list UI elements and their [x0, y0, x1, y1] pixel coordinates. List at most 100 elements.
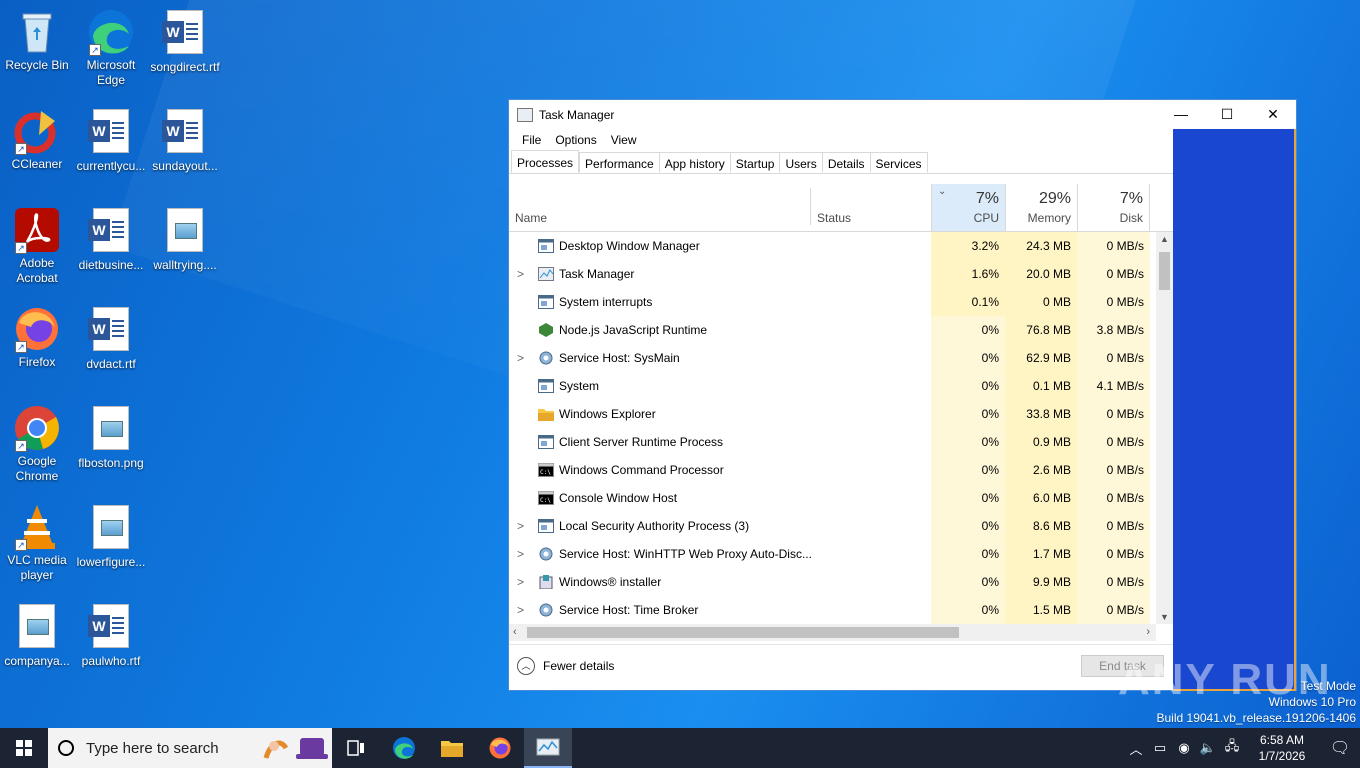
- network-icon[interactable]: 🖧: [1220, 737, 1244, 759]
- expand-chevron-icon[interactable]: >: [517, 260, 524, 288]
- process-row[interactable]: C:\ Console Window Host 0% 6.0 MB 0 MB/s: [509, 484, 1157, 512]
- tab-performance[interactable]: Performance: [579, 152, 659, 173]
- footer: ︿ Fewer details End task: [509, 644, 1173, 690]
- tab-details[interactable]: Details: [821, 152, 870, 173]
- process-row[interactable]: > Local Security Authority Process (3) 0% 8…: [509, 512, 1157, 540]
- desktop-icon-companya[interactable]: companya...: [0, 602, 74, 669]
- process-row[interactable]: > Service Host: WinHTTP Web Proxy Auto-Di…: [509, 540, 1157, 568]
- process-name: Local Security Authority Process (3): [559, 519, 750, 533]
- process-row[interactable]: Node.js JavaScript Runtime 0% 76.8 MB 3.8 M…: [509, 316, 1157, 344]
- scroll-up-icon[interactable]: ▲: [1156, 234, 1173, 244]
- process-row[interactable]: > Service Host: Time Broker 0% 1.5 MB 0 MB/s: [509, 596, 1157, 624]
- desktop-icon-flboston[interactable]: flboston.png: [74, 404, 148, 471]
- process-console-icon: C:\: [538, 463, 554, 477]
- process-row[interactable]: C:\ Windows Command Processor 0% 2.6 MB 0 MB…: [509, 456, 1157, 484]
- volume-icon[interactable]: 🔈: [1196, 740, 1220, 756]
- desktop-icon-firefox[interactable]: ↗ Firefox: [0, 305, 74, 370]
- process-row[interactable]: System interrupts 0.1% 0 MB 0 MB/s: [509, 288, 1157, 316]
- scroll-left-icon[interactable]: ‹: [513, 624, 517, 641]
- desktop-icon-microsoft-edge[interactable]: ↗ Microsoft Edge: [74, 8, 148, 88]
- expand-chevron-icon[interactable]: >: [517, 568, 524, 596]
- task-view-icon[interactable]: [332, 728, 380, 768]
- scroll-right-icon[interactable]: ›: [1146, 624, 1150, 641]
- minimize-button[interactable]: —: [1158, 100, 1204, 128]
- process-row[interactable]: > Task Manager 1.6% 20.0 MB 0 MB/s: [509, 260, 1157, 288]
- menu-file[interactable]: File: [515, 130, 548, 150]
- process-folder-icon: [538, 407, 554, 421]
- expand-chevron-icon[interactable]: >: [517, 596, 524, 624]
- tab-startup[interactable]: Startup: [729, 152, 780, 173]
- tab-users[interactable]: Users: [779, 152, 822, 173]
- process-name: Client Server Runtime Process: [559, 435, 724, 449]
- process-row[interactable]: Desktop Window Manager 3.2% 24.3 MB 0 MB/s: [509, 232, 1157, 260]
- file-explorer-icon[interactable]: [428, 728, 476, 768]
- desktop-icon-label: CCleaner: [11, 157, 63, 171]
- column-cpu[interactable]: ⌄ 7% CPU: [931, 184, 1005, 231]
- desktop-icon-ccleaner[interactable]: ↗ CCleaner: [0, 107, 74, 172]
- column-status[interactable]: Status: [811, 184, 931, 231]
- desktop-icon-adobe-acrobat[interactable]: ↗ Adobe Acrobat: [0, 206, 74, 286]
- search-box[interactable]: Type here to search: [48, 728, 332, 768]
- column-name-label: Name: [515, 211, 548, 225]
- column-disk[interactable]: 7% Disk: [1077, 184, 1150, 231]
- column-memory[interactable]: 29% Memory: [1005, 184, 1077, 231]
- desktop-icon-lowerfigure[interactable]: lowerfigure...: [74, 503, 148, 570]
- start-button[interactable]: [0, 728, 48, 768]
- fewer-details-button[interactable]: ︿ Fewer details: [517, 657, 614, 675]
- process-graph-icon: [538, 267, 554, 281]
- process-row[interactable]: Windows Explorer 0% 33.8 MB 0 MB/s: [509, 400, 1157, 428]
- memory-label: Memory: [1027, 211, 1071, 225]
- system-tray: ︿ ▭ ◉ 🔈 🖧 6:58 AM 1/7/2026 🗨: [1124, 728, 1360, 768]
- process-memory: 76.8 MB: [1005, 316, 1077, 344]
- process-cpu: 0.1%: [931, 288, 1005, 316]
- process-memory: 0.9 MB: [1005, 428, 1077, 456]
- process-row[interactable]: > Windows® installer 0% 9.9 MB 0 MB/s: [509, 568, 1157, 596]
- maximize-button[interactable]: ☐: [1204, 100, 1250, 128]
- process-hex-icon: [538, 323, 554, 337]
- desktop-icon-songdirect[interactable]: W songdirect.rtf: [148, 8, 222, 75]
- desktop-icon-currentlycu[interactable]: W currentlycu...: [74, 107, 148, 174]
- chevron-up-icon: ︿: [517, 657, 535, 675]
- horizontal-scrollbar[interactable]: ‹ ›: [509, 624, 1156, 641]
- show-hidden-icons-icon[interactable]: ︿: [1124, 739, 1148, 758]
- close-button[interactable]: ✕: [1250, 100, 1296, 128]
- tab-services[interactable]: Services: [869, 152, 928, 173]
- image-file-icon: [161, 208, 209, 256]
- vertical-scrollbar[interactable]: ▲ ▼: [1156, 232, 1173, 624]
- desktop-icon-dietbusine[interactable]: W dietbusine...: [74, 206, 148, 273]
- notifications-icon[interactable]: 🗨: [1320, 738, 1360, 758]
- horizontal-scroll-thumb[interactable]: [527, 627, 959, 638]
- tablet-icon[interactable]: ▭: [1148, 740, 1172, 756]
- adobe-acrobat-icon: ↗: [13, 206, 61, 254]
- desktop-icon-google-chrome[interactable]: ↗ Google Chrome: [0, 404, 74, 484]
- scroll-down-icon[interactable]: ▼: [1156, 612, 1173, 622]
- process-cpu: 0%: [931, 372, 1005, 400]
- expand-chevron-icon[interactable]: >: [517, 512, 524, 540]
- desktop-icon-walltrying[interactable]: walltrying....: [148, 206, 222, 273]
- desktop-icon-sundayout[interactable]: W sundayout...: [148, 107, 222, 174]
- word-document-icon: W: [161, 109, 209, 157]
- tab-processes[interactable]: Processes: [511, 150, 580, 173]
- meet-now-icon[interactable]: ◉: [1172, 740, 1196, 756]
- desktop-icon-label: dietbusine...: [78, 258, 144, 272]
- taskbar-firefox-icon[interactable]: [476, 728, 524, 768]
- taskbar-edge-icon[interactable]: [380, 728, 428, 768]
- tab-app-history[interactable]: App history: [658, 152, 730, 173]
- desktop-icon-vlc[interactable]: ↗ VLC media player: [0, 503, 74, 583]
- taskbar-task-manager-icon[interactable]: [524, 728, 572, 768]
- menu-view[interactable]: View: [604, 130, 644, 150]
- column-name[interactable]: Name: [509, 184, 811, 231]
- desktop-icon-recycle-bin[interactable]: Recycle Bin: [0, 8, 74, 73]
- expand-chevron-icon[interactable]: >: [517, 540, 524, 568]
- process-row[interactable]: System 0% 0.1 MB 4.1 MB/s: [509, 372, 1157, 400]
- menu-options[interactable]: Options: [548, 130, 603, 150]
- process-row[interactable]: > Service Host: SysMain 0% 62.9 MB 0 MB/s: [509, 344, 1157, 372]
- expand-chevron-icon[interactable]: >: [517, 344, 524, 372]
- search-placeholder: Type here to search: [86, 739, 219, 757]
- process-name: System: [559, 379, 600, 393]
- vertical-scroll-thumb[interactable]: [1159, 252, 1170, 290]
- process-row[interactable]: Client Server Runtime Process 0% 0.9 MB 0 M…: [509, 428, 1157, 456]
- desktop-icon-dvdact[interactable]: W dvdact.rtf: [74, 305, 148, 372]
- desktop-icon-paulwho[interactable]: W paulwho.rtf: [74, 602, 148, 669]
- clock[interactable]: 6:58 AM 1/7/2026: [1244, 732, 1320, 764]
